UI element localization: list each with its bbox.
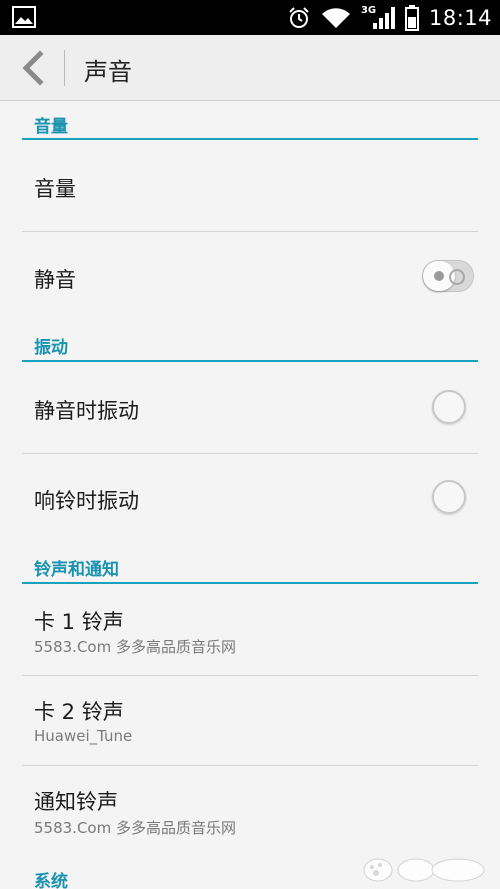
setting-volume[interactable]: 音量 — [22, 140, 478, 232]
action-bar: 声音 — [0, 35, 500, 101]
section-header-vibrate: 振动 — [22, 322, 478, 362]
battery-icon — [404, 4, 419, 31]
setting-label: 响铃时振动 — [34, 489, 139, 513]
section-header-volume: 音量 — [22, 102, 478, 140]
setting-label: 静音时振动 — [34, 399, 139, 423]
toggle-off-indicator — [449, 269, 465, 285]
setting-label: 卡 1 铃声 — [34, 610, 124, 634]
setting-label: 通知铃声 — [34, 790, 118, 814]
vibrate-silent-checkbox[interactable] — [432, 390, 466, 424]
setting-silent[interactable]: 静音 — [22, 232, 478, 322]
section-header-label: 铃声和通知 — [34, 560, 119, 580]
section-header-label: 音量 — [34, 117, 68, 137]
section-header-label: 振动 — [34, 338, 68, 358]
setting-label: 静音 — [34, 268, 76, 292]
chevron-left-icon[interactable] — [16, 49, 52, 87]
setting-value: 5583.Com 多多高品质音乐网 — [34, 638, 236, 656]
setting-card1-ringtone[interactable]: 卡 1 铃声 5583.Com 多多高品质音乐网 — [22, 584, 478, 676]
setting-card2-ringtone[interactable]: 卡 2 铃声 Huawei_Tune — [22, 676, 478, 766]
setting-vibrate-when-ringing[interactable]: 响铃时振动 — [22, 454, 478, 544]
status-bar: 3G 18:14 — [0, 0, 500, 35]
setting-label: 音量 — [34, 177, 76, 201]
action-bar-divider — [64, 50, 65, 86]
setting-label: 卡 2 铃声 — [34, 700, 124, 724]
vibrate-ring-checkbox[interactable] — [432, 480, 466, 514]
setting-value: Huawei_Tune — [34, 727, 133, 745]
section-header-ringtones: 铃声和通知 — [22, 544, 478, 584]
page-title: 声音 — [84, 58, 132, 86]
setting-notification-ringtone[interactable]: 通知铃声 5583.Com 多多高品质音乐网 — [22, 766, 478, 858]
wifi-icon — [321, 7, 350, 28]
baidu-watermark-logo — [363, 858, 485, 882]
signal-3g-icon: 3G — [361, 5, 395, 31]
setting-value: 5583.Com 多多高品质音乐网 — [34, 819, 236, 837]
status-time: 18:14 — [428, 5, 492, 30]
alarm-icon — [289, 6, 309, 28]
section-header-label: 系统 — [34, 872, 68, 889]
gallery-notification-icon — [12, 6, 36, 28]
setting-vibrate-when-silent[interactable]: 静音时振动 — [22, 362, 478, 454]
silent-toggle[interactable] — [422, 260, 474, 292]
